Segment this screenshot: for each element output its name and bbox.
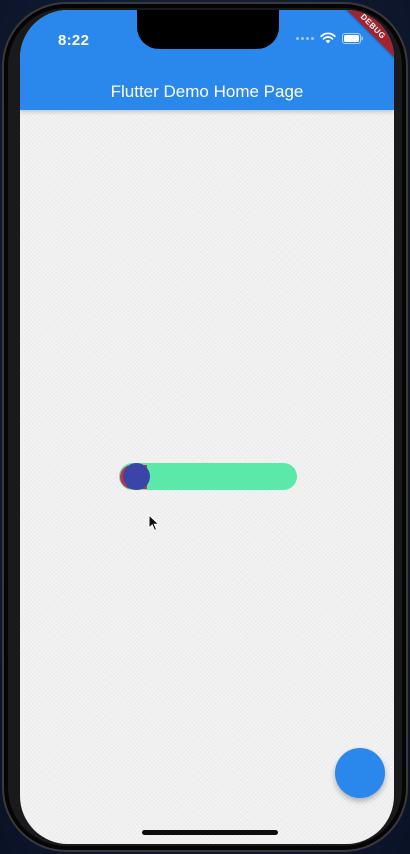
phone-frame: 8:22 Flutter Demo Home Page DEBUG (2, 2, 408, 852)
home-indicator[interactable] (142, 830, 278, 835)
status-icons (296, 32, 364, 44)
desktop-background: 8:22 Flutter Demo Home Page DEBUG (0, 0, 410, 854)
page-title: Flutter Demo Home Page (110, 82, 304, 101)
signal-dots-icon (296, 36, 314, 40)
mouse-cursor-icon (148, 514, 160, 532)
wifi-icon (320, 32, 336, 44)
slider-thumb[interactable] (123, 463, 150, 490)
app-screen: 8:22 Flutter Demo Home Page DEBUG (20, 10, 394, 844)
app-bar: 8:22 Flutter Demo Home Page DEBUG (20, 10, 394, 110)
floating-action-button[interactable] (335, 748, 385, 798)
status-time: 8:22 (58, 32, 90, 49)
battery-icon (342, 32, 363, 44)
device-notch (137, 10, 279, 49)
